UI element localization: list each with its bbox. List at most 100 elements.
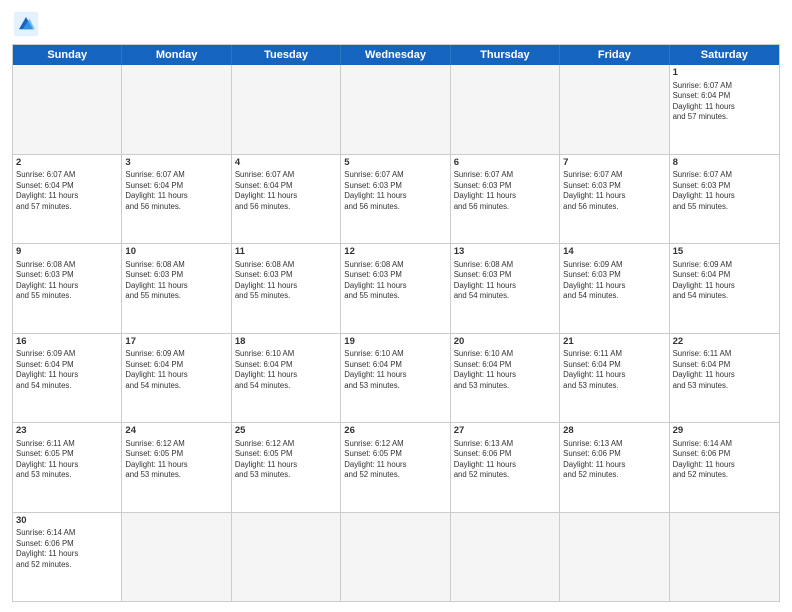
day-cell: 8Sunrise: 6:07 AM Sunset: 6:03 PM Daylig…: [670, 155, 779, 244]
day-cell: [451, 513, 560, 602]
day-cell: [13, 65, 122, 154]
day-cell: 24Sunrise: 6:12 AM Sunset: 6:05 PM Dayli…: [122, 423, 231, 512]
day-cell: [122, 513, 231, 602]
day-cell: 22Sunrise: 6:11 AM Sunset: 6:04 PM Dayli…: [670, 334, 779, 423]
day-cell: 20Sunrise: 6:10 AM Sunset: 6:04 PM Dayli…: [451, 334, 560, 423]
header: [12, 10, 780, 38]
day-number: 23: [16, 425, 118, 438]
day-number: 11: [235, 246, 337, 259]
day-info: Sunrise: 6:07 AM Sunset: 6:03 PM Dayligh…: [454, 170, 556, 212]
day-cell: 12Sunrise: 6:08 AM Sunset: 6:03 PM Dayli…: [341, 244, 450, 333]
day-number: 12: [344, 246, 446, 259]
day-headers: SundayMondayTuesdayWednesdayThursdayFrid…: [13, 45, 779, 65]
day-cell: [232, 513, 341, 602]
day-cell: 29Sunrise: 6:14 AM Sunset: 6:06 PM Dayli…: [670, 423, 779, 512]
day-number: 7: [563, 157, 665, 170]
day-info: Sunrise: 6:07 AM Sunset: 6:03 PM Dayligh…: [673, 170, 776, 212]
day-info: Sunrise: 6:10 AM Sunset: 6:04 PM Dayligh…: [344, 349, 446, 391]
day-header-wednesday: Wednesday: [341, 45, 450, 65]
day-cell: 30Sunrise: 6:14 AM Sunset: 6:06 PM Dayli…: [13, 513, 122, 602]
day-info: Sunrise: 6:13 AM Sunset: 6:06 PM Dayligh…: [563, 439, 665, 481]
day-cell: 9Sunrise: 6:08 AM Sunset: 6:03 PM Daylig…: [13, 244, 122, 333]
day-cell: 19Sunrise: 6:10 AM Sunset: 6:04 PM Dayli…: [341, 334, 450, 423]
day-header-sunday: Sunday: [13, 45, 122, 65]
day-info: Sunrise: 6:08 AM Sunset: 6:03 PM Dayligh…: [235, 260, 337, 302]
day-info: Sunrise: 6:08 AM Sunset: 6:03 PM Dayligh…: [125, 260, 227, 302]
day-info: Sunrise: 6:09 AM Sunset: 6:04 PM Dayligh…: [16, 349, 118, 391]
day-info: Sunrise: 6:13 AM Sunset: 6:06 PM Dayligh…: [454, 439, 556, 481]
page: SundayMondayTuesdayWednesdayThursdayFrid…: [0, 0, 792, 612]
day-info: Sunrise: 6:11 AM Sunset: 6:05 PM Dayligh…: [16, 439, 118, 481]
day-cell: 1Sunrise: 6:07 AM Sunset: 6:04 PM Daylig…: [670, 65, 779, 154]
day-info: Sunrise: 6:07 AM Sunset: 6:04 PM Dayligh…: [235, 170, 337, 212]
day-info: Sunrise: 6:08 AM Sunset: 6:03 PM Dayligh…: [454, 260, 556, 302]
day-number: 29: [673, 425, 776, 438]
day-cell: 15Sunrise: 6:09 AM Sunset: 6:04 PM Dayli…: [670, 244, 779, 333]
day-cell: 2Sunrise: 6:07 AM Sunset: 6:04 PM Daylig…: [13, 155, 122, 244]
day-info: Sunrise: 6:07 AM Sunset: 6:04 PM Dayligh…: [125, 170, 227, 212]
day-info: Sunrise: 6:12 AM Sunset: 6:05 PM Dayligh…: [125, 439, 227, 481]
day-cell: 18Sunrise: 6:10 AM Sunset: 6:04 PM Dayli…: [232, 334, 341, 423]
day-number: 30: [16, 515, 118, 528]
day-cell: 7Sunrise: 6:07 AM Sunset: 6:03 PM Daylig…: [560, 155, 669, 244]
day-info: Sunrise: 6:08 AM Sunset: 6:03 PM Dayligh…: [16, 260, 118, 302]
day-cell: 23Sunrise: 6:11 AM Sunset: 6:05 PM Dayli…: [13, 423, 122, 512]
day-info: Sunrise: 6:07 AM Sunset: 6:03 PM Dayligh…: [344, 170, 446, 212]
day-info: Sunrise: 6:07 AM Sunset: 6:04 PM Dayligh…: [16, 170, 118, 212]
day-info: Sunrise: 6:12 AM Sunset: 6:05 PM Dayligh…: [235, 439, 337, 481]
day-number: 6: [454, 157, 556, 170]
day-number: 5: [344, 157, 446, 170]
day-cell: 5Sunrise: 6:07 AM Sunset: 6:03 PM Daylig…: [341, 155, 450, 244]
day-info: Sunrise: 6:11 AM Sunset: 6:04 PM Dayligh…: [673, 349, 776, 391]
day-info: Sunrise: 6:07 AM Sunset: 6:04 PM Dayligh…: [673, 81, 776, 123]
day-number: 27: [454, 425, 556, 438]
day-number: 16: [16, 336, 118, 349]
day-cell: 17Sunrise: 6:09 AM Sunset: 6:04 PM Dayli…: [122, 334, 231, 423]
day-header-saturday: Saturday: [670, 45, 779, 65]
day-info: Sunrise: 6:09 AM Sunset: 6:03 PM Dayligh…: [563, 260, 665, 302]
day-info: Sunrise: 6:09 AM Sunset: 6:04 PM Dayligh…: [673, 260, 776, 302]
day-info: Sunrise: 6:07 AM Sunset: 6:03 PM Dayligh…: [563, 170, 665, 212]
day-number: 14: [563, 246, 665, 259]
day-number: 2: [16, 157, 118, 170]
day-cell: [670, 513, 779, 602]
day-number: 9: [16, 246, 118, 259]
day-number: 21: [563, 336, 665, 349]
day-cell: 28Sunrise: 6:13 AM Sunset: 6:06 PM Dayli…: [560, 423, 669, 512]
day-number: 17: [125, 336, 227, 349]
day-header-thursday: Thursday: [451, 45, 560, 65]
day-header-monday: Monday: [122, 45, 231, 65]
day-number: 3: [125, 157, 227, 170]
day-number: 18: [235, 336, 337, 349]
week-row-3: 16Sunrise: 6:09 AM Sunset: 6:04 PM Dayli…: [13, 334, 779, 424]
day-cell: 13Sunrise: 6:08 AM Sunset: 6:03 PM Dayli…: [451, 244, 560, 333]
day-cell: 27Sunrise: 6:13 AM Sunset: 6:06 PM Dayli…: [451, 423, 560, 512]
day-cell: 11Sunrise: 6:08 AM Sunset: 6:03 PM Dayli…: [232, 244, 341, 333]
day-number: 4: [235, 157, 337, 170]
day-info: Sunrise: 6:14 AM Sunset: 6:06 PM Dayligh…: [673, 439, 776, 481]
day-header-friday: Friday: [560, 45, 669, 65]
logo: [12, 10, 44, 38]
day-number: 26: [344, 425, 446, 438]
day-number: 28: [563, 425, 665, 438]
day-number: 1: [673, 67, 776, 80]
day-info: Sunrise: 6:10 AM Sunset: 6:04 PM Dayligh…: [454, 349, 556, 391]
day-info: Sunrise: 6:12 AM Sunset: 6:05 PM Dayligh…: [344, 439, 446, 481]
day-cell: 10Sunrise: 6:08 AM Sunset: 6:03 PM Dayli…: [122, 244, 231, 333]
day-number: 15: [673, 246, 776, 259]
week-row-5: 30Sunrise: 6:14 AM Sunset: 6:06 PM Dayli…: [13, 513, 779, 602]
day-number: 25: [235, 425, 337, 438]
day-cell: 14Sunrise: 6:09 AM Sunset: 6:03 PM Dayli…: [560, 244, 669, 333]
day-number: 8: [673, 157, 776, 170]
day-cell: 21Sunrise: 6:11 AM Sunset: 6:04 PM Dayli…: [560, 334, 669, 423]
day-cell: 3Sunrise: 6:07 AM Sunset: 6:04 PM Daylig…: [122, 155, 231, 244]
day-info: Sunrise: 6:11 AM Sunset: 6:04 PM Dayligh…: [563, 349, 665, 391]
week-row-1: 2Sunrise: 6:07 AM Sunset: 6:04 PM Daylig…: [13, 155, 779, 245]
day-info: Sunrise: 6:14 AM Sunset: 6:06 PM Dayligh…: [16, 528, 118, 570]
day-info: Sunrise: 6:08 AM Sunset: 6:03 PM Dayligh…: [344, 260, 446, 302]
day-number: 22: [673, 336, 776, 349]
day-number: 20: [454, 336, 556, 349]
week-row-0: 1Sunrise: 6:07 AM Sunset: 6:04 PM Daylig…: [13, 65, 779, 155]
week-row-2: 9Sunrise: 6:08 AM Sunset: 6:03 PM Daylig…: [13, 244, 779, 334]
day-number: 19: [344, 336, 446, 349]
